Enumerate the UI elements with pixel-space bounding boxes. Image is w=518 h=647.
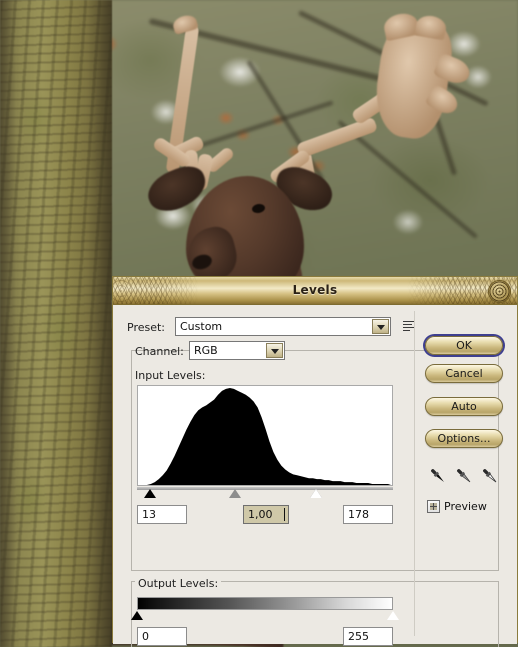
- preview-checkbox[interactable]: [427, 500, 440, 513]
- auto-button[interactable]: Auto: [425, 397, 503, 416]
- preview-label: Preview: [444, 500, 487, 513]
- dialog-body: Preset: Custom Channel: RGB Input Levels…: [113, 305, 517, 647]
- options-button[interactable]: Options...: [425, 429, 503, 448]
- levels-dialog: Levels Preset: Custom Channel: RGB Input…: [112, 276, 518, 647]
- channel-value: RGB: [194, 344, 218, 357]
- cancel-button[interactable]: Cancel: [425, 364, 503, 383]
- channel-label: Channel:: [135, 345, 184, 358]
- input-levels-label: Input Levels:: [135, 369, 206, 382]
- preset-select[interactable]: Custom: [175, 317, 391, 336]
- screen: Levels Preset: Custom Channel: RGB Input…: [0, 0, 518, 647]
- tree-trunk: [0, 0, 112, 647]
- panel-divider: [414, 311, 415, 636]
- preset-label: Preset:: [127, 321, 166, 334]
- set-gray-point-eyedropper-icon[interactable]: [453, 465, 475, 487]
- ok-button[interactable]: OK: [425, 336, 503, 355]
- input-black-field[interactable]: 13: [137, 505, 187, 524]
- input-white-field[interactable]: 178: [343, 505, 393, 524]
- input-slider-track[interactable]: [137, 487, 393, 490]
- output-gradient-bar[interactable]: [137, 597, 393, 610]
- eyedropper-group: [427, 465, 503, 487]
- chevron-down-icon[interactable]: [372, 319, 389, 334]
- set-white-point-eyedropper-icon[interactable]: [479, 465, 501, 487]
- white-point-marker[interactable]: [309, 489, 322, 498]
- output-white-field[interactable]: 255: [343, 627, 393, 646]
- dialog-titlebar[interactable]: Levels: [113, 277, 517, 305]
- output-white-marker[interactable]: [387, 611, 399, 620]
- output-black-marker[interactable]: [131, 611, 143, 620]
- gamma-marker[interactable]: [229, 489, 242, 498]
- channel-select[interactable]: RGB: [189, 341, 285, 360]
- chevron-down-icon[interactable]: [266, 343, 283, 358]
- text-caret: [284, 508, 285, 521]
- histogram[interactable]: [137, 385, 393, 486]
- output-levels-label: Output Levels:: [135, 577, 222, 590]
- output-black-field[interactable]: 0: [137, 627, 187, 646]
- input-gamma-value: 1,00: [248, 508, 273, 521]
- histogram-plot: [138, 387, 392, 485]
- preset-value: Custom: [180, 320, 223, 333]
- black-point-marker[interactable]: [144, 489, 157, 498]
- dialog-title: Levels: [292, 283, 338, 297]
- set-black-point-eyedropper-icon[interactable]: [427, 465, 449, 487]
- input-gamma-field[interactable]: 1,00: [243, 505, 289, 524]
